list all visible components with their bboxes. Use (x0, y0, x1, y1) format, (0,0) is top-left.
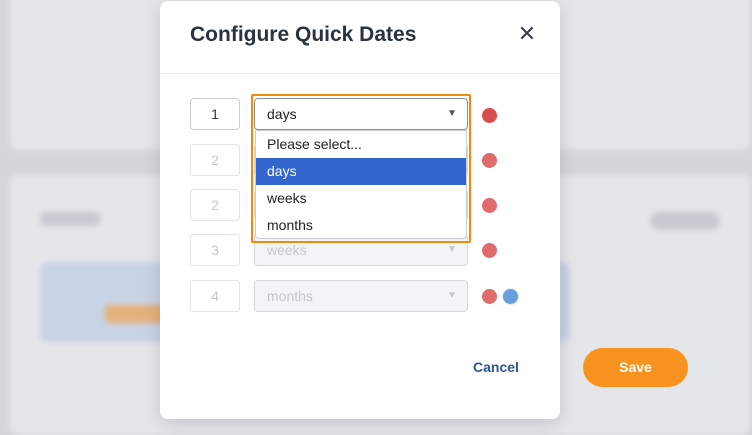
background-orange-chip (105, 305, 165, 323)
save-button[interactable]: Save (583, 348, 688, 387)
dialog-title: Configure Quick Dates (190, 23, 417, 46)
add-row-icon[interactable] (502, 288, 519, 305)
unit-select[interactable]: months ▼ (254, 280, 468, 312)
remove-row-icon[interactable] (482, 243, 497, 258)
remove-row-icon[interactable] (482, 108, 497, 123)
unit-select-value: days (267, 106, 297, 122)
remove-row-icon[interactable] (482, 153, 497, 168)
background-pill (650, 212, 720, 230)
unit-select-value: months (267, 288, 313, 304)
quantity-input[interactable]: 2 (190, 189, 240, 221)
header-divider (160, 73, 560, 74)
chevron-down-icon: ▼ (447, 290, 457, 301)
quantity-input[interactable]: 2 (190, 144, 240, 176)
remove-row-icon[interactable] (482, 289, 497, 304)
dropdown-option-months[interactable]: months (256, 212, 466, 239)
unit-select-value: weeks (267, 242, 307, 258)
cancel-button[interactable]: Cancel (458, 351, 534, 383)
dropdown-option-days[interactable]: days (256, 158, 466, 185)
quantity-input[interactable]: 3 (190, 234, 240, 266)
dropdown-option-weeks[interactable]: weeks (256, 185, 466, 212)
remove-row-icon[interactable] (482, 198, 497, 213)
unit-select-active[interactable]: days ▼ (254, 98, 468, 130)
quantity-input[interactable]: 1 (190, 98, 240, 130)
quantity-input[interactable]: 4 (190, 280, 240, 312)
close-icon[interactable]: ✕ (516, 23, 538, 45)
dropdown-option-please-select[interactable]: Please select... (256, 131, 466, 158)
unit-dropdown-list: Please select... days weeks months (255, 130, 467, 239)
background-heading (40, 212, 100, 226)
chevron-down-icon: ▼ (447, 108, 457, 119)
